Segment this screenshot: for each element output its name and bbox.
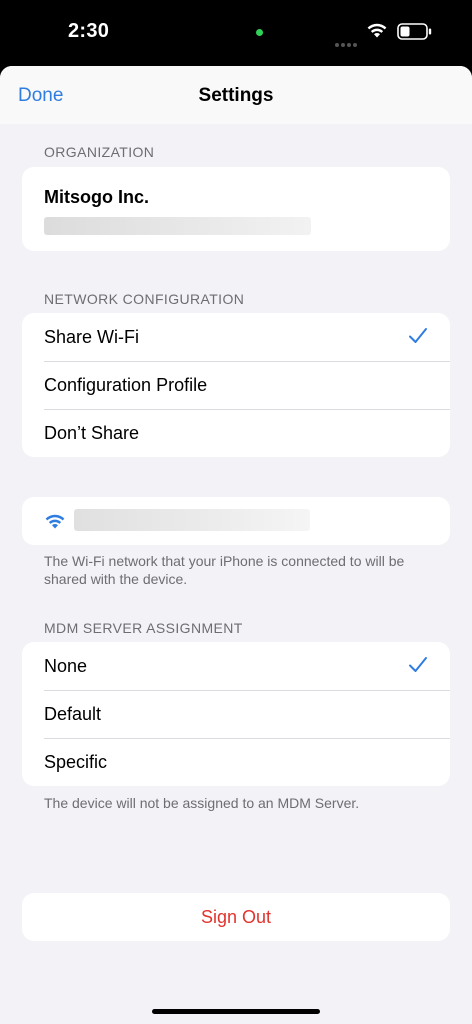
mdm-option-label: Specific — [44, 751, 108, 772]
settings-sheet: Done Settings ORGANIZATION Mitsogo Inc. … — [0, 66, 472, 1024]
status-time: 2:30 — [68, 20, 110, 42]
wifi-network-card — [22, 497, 450, 545]
status-bar: 2:30 — [0, 0, 472, 66]
network-option-label: Configuration Profile — [44, 374, 208, 395]
mdm-option-label: Default — [44, 703, 102, 724]
mdm-footer-text: The device will not be assigned to an MD… — [44, 795, 360, 811]
home-indicator — [152, 1009, 320, 1014]
sign-out-card: Sign Out — [22, 893, 450, 941]
network-options-card: Share Wi-Fi Configuration Profile Don’t … — [22, 313, 450, 457]
battery-icon — [397, 23, 433, 45]
cellular-signal-icon — [335, 34, 359, 52]
organization-name: Mitsogo Inc. — [44, 187, 149, 207]
organization-section-header: ORGANIZATION — [44, 144, 155, 160]
navigation-bar: Done Settings — [0, 66, 472, 124]
mdm-option-label: None — [44, 655, 88, 676]
mdm-option-specific[interactable]: Specific — [22, 738, 450, 786]
mdm-option-none[interactable]: None — [22, 642, 450, 690]
camera-indicator-dot — [256, 29, 263, 36]
sign-out-button[interactable]: Sign Out — [22, 893, 450, 941]
network-option-share-wifi[interactable]: Share Wi-Fi — [22, 313, 450, 361]
page-title: Settings — [198, 85, 274, 106]
redacted-wifi-network-name — [74, 509, 310, 531]
redacted-organization-detail — [44, 217, 311, 235]
mdm-section-header: MDM SERVER ASSIGNMENT — [44, 620, 243, 636]
organization-card: Mitsogo Inc. — [22, 167, 450, 251]
wifi-status-icon — [366, 21, 388, 43]
checkmark-icon — [408, 327, 428, 350]
mdm-option-default[interactable]: Default — [22, 690, 450, 738]
network-option-configuration-profile[interactable]: Configuration Profile — [22, 361, 450, 409]
network-option-dont-share[interactable]: Don’t Share — [22, 409, 450, 457]
network-option-label: Share Wi-Fi — [44, 326, 140, 347]
checkmark-icon — [408, 656, 428, 679]
network-section-header: NETWORK CONFIGURATION — [44, 291, 245, 307]
wifi-footer-text: The Wi-Fi network that your iPhone is co… — [44, 553, 405, 587]
wifi-icon — [44, 512, 66, 534]
network-option-label: Don’t Share — [44, 422, 140, 443]
mdm-options-card: None Default Specific — [22, 642, 450, 786]
